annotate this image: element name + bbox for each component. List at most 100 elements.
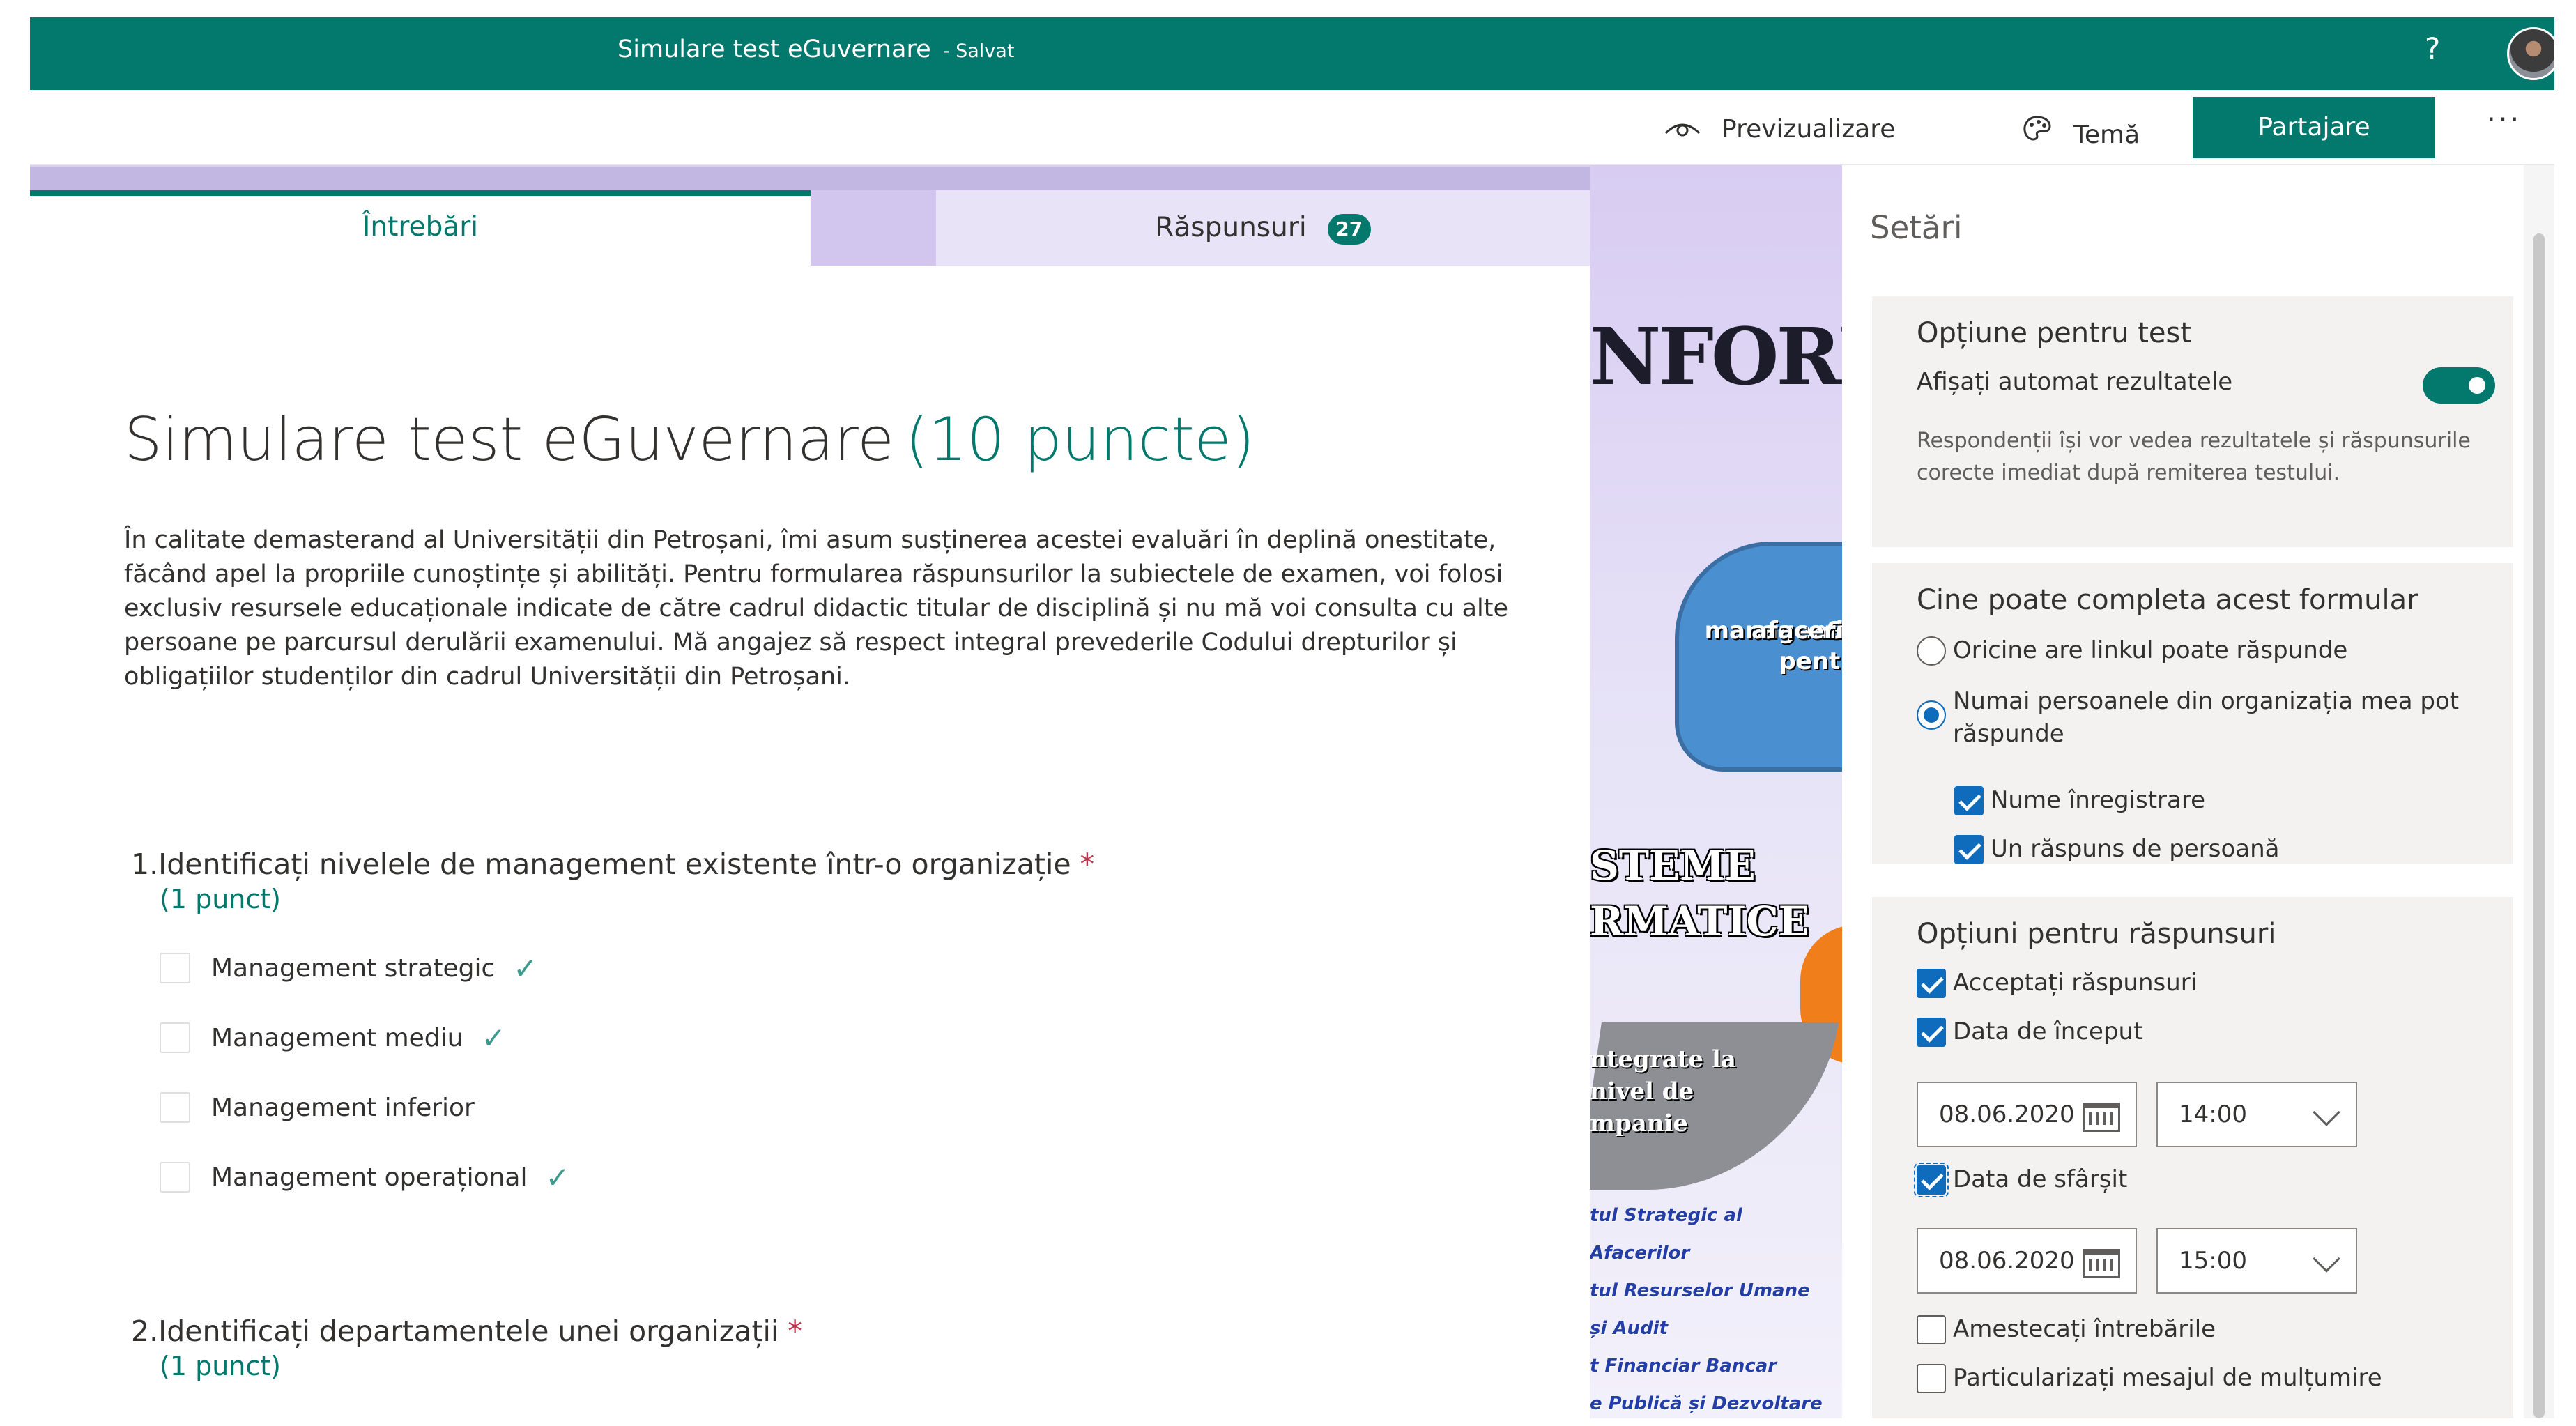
chevron-down-icon: [2313, 1098, 2340, 1126]
end-date-checkbox[interactable]: [1914, 1163, 1949, 1197]
accept-responses-checkbox[interactable]: [1917, 969, 1946, 998]
question-2-title[interactable]: 2.Identificați departamentele unei organ…: [131, 1314, 802, 1348]
banner-link-line: și Audit: [1590, 1318, 1669, 1339]
start-date-option[interactable]: Data de început: [1917, 1018, 2142, 1047]
eye-icon: [1664, 123, 1701, 137]
banner-blue-shape: Si pentrmanagemeafaceril: [1675, 542, 1842, 772]
option-management-strategic[interactable]: Management strategic ✓: [160, 951, 538, 986]
test-options-title: Opțiune pentru test: [1917, 317, 2192, 349]
end-date-option[interactable]: Data de sfârșit: [1914, 1163, 2128, 1197]
save-status: - Salvat: [942, 40, 1015, 62]
test-options-section: Opțiune pentru test Afișați automat rezu…: [1872, 296, 2513, 547]
end-time-dropdown[interactable]: 15:00: [2156, 1228, 2357, 1294]
editor-tabs: Întrebări Răspunsuri 27: [30, 190, 1590, 266]
end-date-field[interactable]: 08.06.2020: [1917, 1228, 2137, 1294]
option-management-inferior[interactable]: Management inferior: [160, 1091, 475, 1124]
thanks-message-checkbox[interactable]: [1917, 1364, 1946, 1393]
response-options-section: Opțiuni pentru răspunsuri Acceptați răsp…: [1872, 897, 2513, 1418]
one-response-label: Un răspuns de persoană: [1991, 835, 2280, 863]
theme-button[interactable]: Temă: [2022, 115, 2140, 149]
option-label: Management inferior: [211, 1093, 475, 1122]
shuffle-option[interactable]: Amestecați întrebările: [1917, 1315, 2216, 1344]
option-management-mediu[interactable]: Management mediu ✓: [160, 1021, 506, 1055]
option-label: Management mediu: [211, 1023, 463, 1052]
auto-results-label: Afișați automat rezultatele: [1917, 368, 2233, 396]
document-title[interactable]: Simulare test eGuvernare - Salvat: [618, 36, 1014, 63]
correct-answer-check-icon: ✓: [481, 1020, 506, 1055]
command-bar: Previzualizare Temă Partajare ···: [30, 90, 2554, 165]
start-time-value: 14:00: [2179, 1101, 2247, 1128]
org-only-option[interactable]: Numai persoanele din organizația mea pot…: [1917, 685, 2460, 751]
one-response-option[interactable]: Un răspuns de persoană: [1954, 835, 2280, 864]
settings-scrollbar-thumb[interactable]: [2533, 233, 2545, 1418]
document-title-text: Simulare test eGuvernare: [618, 36, 931, 63]
start-date-field[interactable]: 08.06.2020: [1917, 1082, 2137, 1147]
record-name-label: Nume înregistrare: [1991, 786, 2206, 814]
more-options-icon[interactable]: ···: [2487, 104, 2522, 136]
preview-label: Previzualizare: [1722, 115, 1896, 144]
start-date-label: Data de început: [1953, 1018, 2143, 1045]
form-description[interactable]: În calitate demasterand al Universității…: [124, 523, 1546, 694]
form-title[interactable]: Simulare test eGuvernare (10 puncte): [124, 405, 1255, 475]
option-checkbox[interactable]: [160, 1162, 190, 1193]
org-only-radio[interactable]: [1917, 700, 1946, 730]
thanks-message-option[interactable]: Particularizați mesajul de mulțumire: [1917, 1364, 2382, 1393]
anyone-option[interactable]: Oricine are linkul poate răspunde: [1917, 636, 2347, 666]
correct-answer-check-icon: ✓: [513, 951, 538, 986]
banner-link-line: t Financiar Bancar: [1590, 1356, 1777, 1377]
calendar-icon[interactable]: [2083, 1249, 2120, 1278]
banner-integrate-text: ntegrate la nivel de mpanie: [1590, 1043, 1736, 1140]
banner-heading: NFORM: [1590, 312, 1842, 403]
tab-strip-background: [30, 167, 1590, 190]
start-date-checkbox[interactable]: [1917, 1018, 1946, 1047]
option-checkbox[interactable]: [160, 1092, 190, 1123]
banner-integrate-line: mpanie: [1590, 1110, 1689, 1137]
question-2-points: (1 punct): [160, 1351, 281, 1381]
option-management-operational[interactable]: Management operațional ✓: [160, 1160, 570, 1195]
help-icon[interactable]: ?: [2425, 31, 2440, 66]
option-checkbox[interactable]: [160, 1022, 190, 1053]
responses-count-badge: 27: [1327, 213, 1371, 245]
end-date-label: Data de sfârșit: [1953, 1165, 2128, 1193]
question-text: Identificați departamentele unei organiz…: [158, 1314, 779, 1348]
preview-button[interactable]: Previzualizare: [1664, 115, 1895, 144]
form-points: (10 puncte): [905, 405, 1255, 475]
anyone-radio[interactable]: [1917, 636, 1946, 666]
one-response-checkbox[interactable]: [1954, 835, 1984, 864]
tab-responses[interactable]: Răspunsuri 27: [936, 190, 1590, 266]
question-1-title[interactable]: 1.Identificați nivelele de management ex…: [131, 848, 1094, 881]
tab-questions[interactable]: Întrebări: [30, 190, 811, 266]
question-number: 1.: [131, 848, 159, 881]
accept-responses-option[interactable]: Acceptați răspunsuri: [1917, 969, 2197, 998]
option-label: Management strategic: [211, 953, 496, 983]
record-name-checkbox[interactable]: [1954, 786, 1984, 815]
option-checkbox[interactable]: [160, 953, 190, 983]
tab-responses-label: Răspunsuri: [1155, 212, 1307, 243]
thanks-message-label: Particularizați mesajul de mulțumire: [1953, 1364, 2382, 1392]
start-time-dropdown[interactable]: 14:00: [2156, 1082, 2357, 1147]
question-text: Identificați nivelele de management exis…: [158, 848, 1071, 881]
record-name-option[interactable]: Nume înregistrare: [1954, 786, 2205, 815]
end-date-value: 08.06.2020: [1939, 1247, 2075, 1275]
banner-integrate-line: nivel de: [1590, 1078, 1694, 1105]
required-marker: *: [1080, 848, 1095, 881]
chevron-down-icon: [2313, 1245, 2340, 1273]
start-date-value: 08.06.2020: [1939, 1101, 2075, 1128]
accept-responses-label: Acceptați răspunsuri: [1953, 969, 2198, 997]
banner-link-line: tul Resurselor Umane: [1590, 1280, 1810, 1301]
title-bar: Simulare test eGuvernare - Salvat ?: [30, 17, 2554, 90]
user-avatar[interactable]: [2507, 27, 2554, 80]
shuffle-label: Amestecați întrebările: [1953, 1315, 2216, 1343]
org-only-label: Numai persoanele din organizația mea pot…: [1953, 687, 2460, 748]
question-1-points: (1 punct): [160, 884, 281, 914]
banner-sisteme-text: STEME RMATICE: [1590, 838, 1809, 949]
correct-answer-check-icon: ✓: [545, 1160, 570, 1195]
form-card: Simulare test eGuvernare (10 puncte) În c…: [30, 266, 1590, 1418]
banner-sisteme-line: RMATICE: [1590, 898, 1809, 945]
shuffle-checkbox[interactable]: [1917, 1315, 1946, 1344]
tab-gap: [811, 190, 936, 266]
calendar-icon[interactable]: [2083, 1103, 2120, 1132]
theme-label: Temă: [2073, 121, 2140, 149]
share-button[interactable]: Partajare: [2193, 97, 2435, 158]
auto-results-toggle[interactable]: [2423, 367, 2495, 404]
